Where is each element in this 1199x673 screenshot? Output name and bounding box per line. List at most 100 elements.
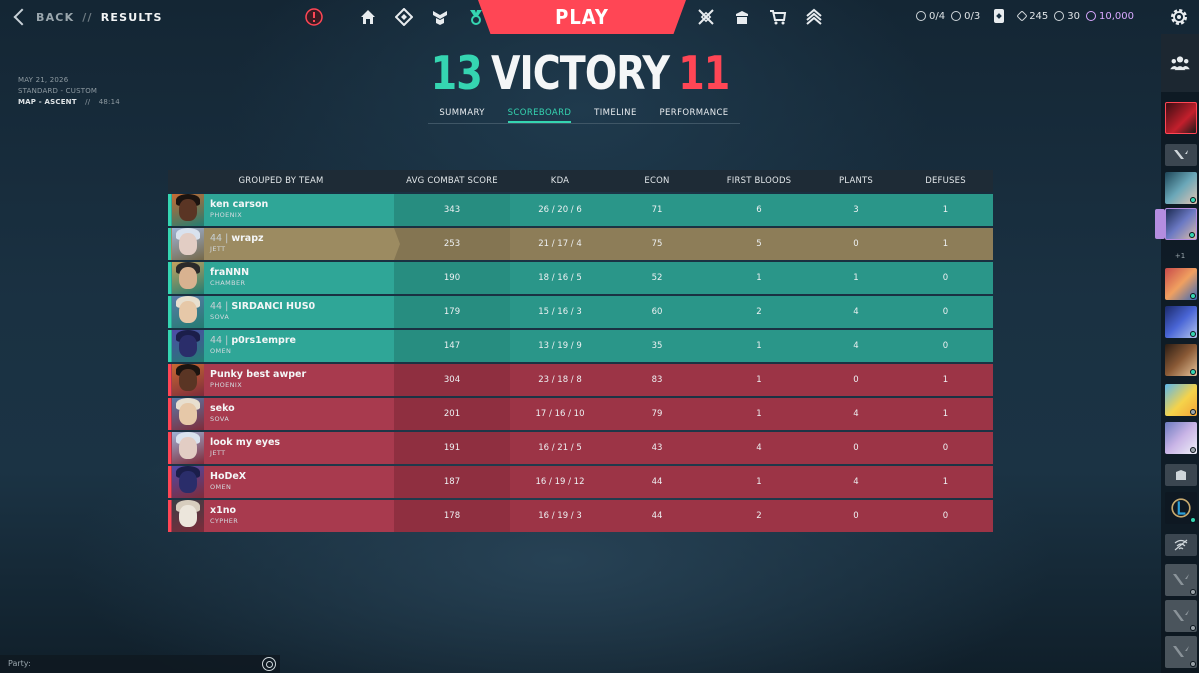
agent-portrait xyxy=(172,330,204,362)
radianite-value: 30 xyxy=(1067,10,1081,22)
friend-avatar[interactable] xyxy=(1165,102,1197,134)
tab-scoreboard[interactable]: SCOREBOARD xyxy=(507,104,572,123)
econ-value: 71 xyxy=(651,205,663,215)
header-econ[interactable]: ECON xyxy=(610,176,704,186)
player-cell: look my eyes JETT xyxy=(168,432,394,464)
kingdom-credits[interactable]: 10,000 xyxy=(1086,11,1134,22)
player-cell: HoDeX OMEN xyxy=(168,466,394,498)
defuses-value: 0 xyxy=(942,511,949,521)
friends-icon xyxy=(1170,56,1190,71)
valorant-points[interactable]: 245 xyxy=(1016,10,1048,22)
agent-name: CHAMBER xyxy=(210,279,246,287)
friend-avatar[interactable] xyxy=(1165,306,1197,338)
esports-icon[interactable] xyxy=(688,0,724,34)
friend-avatar[interactable] xyxy=(1165,268,1197,300)
header-first-bloods[interactable]: FIRST BLOODS xyxy=(704,176,814,186)
econ-value: 83 xyxy=(651,375,663,385)
store-icon[interactable] xyxy=(760,0,796,34)
offline-friend-avatar[interactable] xyxy=(1165,600,1197,632)
play-button[interactable]: PLAY xyxy=(478,0,686,34)
acs-value: 253 xyxy=(394,228,510,260)
alert-icon[interactable] xyxy=(296,0,332,34)
valorant-logo-icon[interactable] xyxy=(1165,144,1197,166)
agents-icon[interactable] xyxy=(386,0,422,34)
table-row[interactable]: ken carson PHOENIX 343 26 / 20 / 6 71 6 … xyxy=(168,194,993,226)
challenges-counter[interactable]: 0/3 xyxy=(951,11,980,22)
rank-icon[interactable] xyxy=(796,0,832,34)
offline-icon[interactable] xyxy=(1165,534,1197,556)
agent-name: SOVA xyxy=(210,415,230,423)
table-row[interactable]: HoDeX OMEN 187 16 / 19 / 12 44 1 4 1 xyxy=(168,466,993,498)
table-row[interactable]: Punky best awper PHOENIX 304 23 / 18 / 8… xyxy=(168,364,993,396)
tab-performance[interactable]: PERFORMANCE xyxy=(659,104,728,123)
agent-portrait xyxy=(172,194,204,226)
career-icon[interactable] xyxy=(422,0,458,34)
friends-button[interactable] xyxy=(1161,34,1199,92)
party-chat-label: Party: xyxy=(8,659,31,668)
online-status-icon xyxy=(1190,293,1196,299)
party-member-avatar[interactable] xyxy=(1165,208,1197,240)
table-row[interactable]: look my eyes JETT 191 16 / 21 / 5 43 4 0… xyxy=(168,432,993,464)
player-cell: fraNNN CHAMBER xyxy=(168,262,394,294)
first-bloods-value: 2 xyxy=(756,307,762,317)
player-name: 44 | p0rs1empre xyxy=(210,335,296,346)
party-lock-icon[interactable] xyxy=(1155,209,1165,239)
back-button[interactable]: BACK // RESULTS xyxy=(10,8,163,26)
agent-name: PHOENIX xyxy=(210,381,243,389)
header-kda[interactable]: KDA xyxy=(510,176,610,186)
nav-left xyxy=(296,0,494,34)
radianite-points[interactable]: 30 xyxy=(1054,11,1080,22)
first-bloods-value: 1 xyxy=(756,375,762,385)
acs-value: 190 xyxy=(394,262,510,294)
plants-value: 0 xyxy=(853,375,859,385)
friend-avatar[interactable] xyxy=(1165,422,1197,454)
agent-portrait xyxy=(172,500,204,532)
table-row[interactable]: x1no CYPHER 178 16 / 19 / 3 44 2 0 0 xyxy=(168,500,993,532)
table-row[interactable]: 44 | p0rs1empre OMEN 147 13 / 19 / 9 35 … xyxy=(168,330,993,362)
defuses-value: 0 xyxy=(942,341,949,351)
table-row[interactable]: 44 | wrapz JETT 253 21 / 17 / 4 75 5 0 1 xyxy=(168,228,993,260)
agent-portrait xyxy=(172,398,204,430)
first-bloods-value: 1 xyxy=(756,341,762,351)
offline-friend-avatar[interactable] xyxy=(1165,564,1197,596)
agent-name: OMEN xyxy=(210,347,232,355)
table-row[interactable]: fraNNN CHAMBER 190 18 / 16 / 5 52 1 1 0 xyxy=(168,262,993,294)
party-chat-input[interactable]: Party: xyxy=(0,655,280,673)
online-status-icon xyxy=(1190,197,1196,203)
league-of-legends-logo-icon[interactable] xyxy=(1165,492,1197,524)
tab-summary[interactable]: SUMMARY xyxy=(439,104,484,123)
agent-portrait xyxy=(172,296,204,328)
tab-timeline[interactable]: TIMELINE xyxy=(594,104,637,123)
friend-avatar[interactable] xyxy=(1165,384,1197,416)
friend-avatar[interactable] xyxy=(1165,344,1197,376)
header-grouped-by-team[interactable]: GROUPED BY TEAM xyxy=(168,176,394,186)
kda-value: 13 / 19 / 9 xyxy=(538,341,582,351)
kda-value: 23 / 18 / 8 xyxy=(538,375,582,385)
header-acs[interactable]: AVG COMBAT SCORE xyxy=(394,176,510,186)
valorant-points-icon xyxy=(1016,10,1028,22)
table-row[interactable]: seko SOVA 201 17 / 16 / 10 79 1 4 1 xyxy=(168,398,993,430)
table-row[interactable]: 44 | SIRDANCI HUS0 SOVA 179 15 / 16 / 3 … xyxy=(168,296,993,328)
defuses-value: 1 xyxy=(942,375,949,385)
acs-value: 178 xyxy=(394,500,510,532)
collection-icon[interactable] xyxy=(724,0,760,34)
settings-gear-icon[interactable] xyxy=(1168,6,1190,28)
player-name-text: p0rs1empre xyxy=(231,335,296,346)
defuses-value: 1 xyxy=(942,205,949,215)
building-icon[interactable] xyxy=(1165,464,1197,486)
econ-value: 44 xyxy=(651,477,663,487)
plants-value: 3 xyxy=(853,205,859,215)
status-icon xyxy=(1190,661,1196,667)
home-icon[interactable] xyxy=(350,0,386,34)
player-card-icon[interactable] xyxy=(994,9,1005,23)
missions-counter[interactable]: 0/4 xyxy=(916,11,945,22)
header-plants[interactable]: PLANTS xyxy=(814,176,898,186)
chat-channel-icon[interactable] xyxy=(262,657,276,671)
friend-avatar[interactable] xyxy=(1165,172,1197,204)
header-defuses[interactable]: DEFUSES xyxy=(898,176,993,186)
offline-friend-avatar[interactable] xyxy=(1165,636,1197,668)
status-icon xyxy=(1190,409,1196,415)
player-name: 44 | wrapz xyxy=(210,233,264,244)
challenges-value: 0/3 xyxy=(964,10,981,22)
status-icon xyxy=(1190,625,1196,631)
